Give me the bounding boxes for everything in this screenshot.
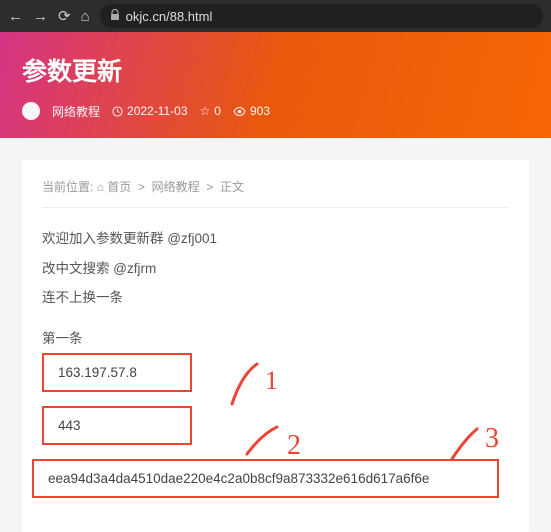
eye-icon <box>233 107 246 116</box>
views-meta: 903 <box>233 104 270 118</box>
clock-icon <box>112 106 123 117</box>
browser-toolbar: ← → ⟳ ⌂ okjc.cn/88.html <box>0 0 551 32</box>
back-icon[interactable]: ← <box>8 8 23 25</box>
intro-line-3: 连不上换一条 <box>42 283 509 313</box>
reload-icon[interactable]: ⟳ <box>58 7 71 25</box>
date-text: 2022-11-03 <box>127 104 188 118</box>
view-count: 903 <box>250 104 270 118</box>
body-text: 欢迎加入参数更新群 @zfj001 改中文搜索 @zfjrm 连不上换一条 <box>42 224 509 313</box>
content-card: 当前位置: ⌂ 首页 > 网络教程 > 正文 欢迎加入参数更新群 @zfj001… <box>22 160 529 532</box>
forward-icon[interactable]: → <box>33 8 48 25</box>
meta-row: 网络教程 2022-11-03 ☆ 0 903 <box>22 102 529 120</box>
breadcrumb-current: 正文 <box>220 180 244 194</box>
breadcrumb-home[interactable]: 首页 <box>107 180 131 194</box>
key-box: eea94d3a4da4510dae220e4c2a0b8cf9a873332e… <box>32 459 499 498</box>
author-link[interactable]: 网络教程 <box>52 103 100 120</box>
star-count: 0 <box>214 104 221 118</box>
address-bar[interactable]: okjc.cn/88.html <box>100 4 543 28</box>
svg-text:2: 2 <box>287 430 301 461</box>
page-header: 参数更新 网络教程 2022-11-03 ☆ 0 903 <box>0 32 551 138</box>
breadcrumb-label: 当前位置: <box>42 180 93 194</box>
page-title: 参数更新 <box>22 52 529 88</box>
svg-text:1: 1 <box>265 366 278 395</box>
avatar <box>22 102 40 120</box>
home-icon[interactable]: ⌂ <box>81 8 90 25</box>
star-meta: ☆ 0 <box>200 104 221 118</box>
ip-box: 163.197.57.8 <box>42 353 192 392</box>
date-meta: 2022-11-03 <box>112 104 188 118</box>
section-title: 第一条 <box>42 327 509 347</box>
lock-icon <box>110 9 120 23</box>
breadcrumb-category[interactable]: 网络教程 <box>152 180 200 194</box>
annotation-1: 1 <box>227 359 287 419</box>
breadcrumb: 当前位置: ⌂ 首页 > 网络教程 > 正文 <box>42 178 509 208</box>
url-text: okjc.cn/88.html <box>126 9 213 24</box>
svg-text:3: 3 <box>485 423 499 454</box>
intro-line-2: 改中文搜索 @zfjrm <box>42 254 509 284</box>
port-box: 443 <box>42 406 192 445</box>
star-icon: ☆ <box>200 104 211 118</box>
home-icon-small: ⌂ <box>97 180 104 194</box>
intro-line-1: 欢迎加入参数更新群 @zfj001 <box>42 224 509 254</box>
